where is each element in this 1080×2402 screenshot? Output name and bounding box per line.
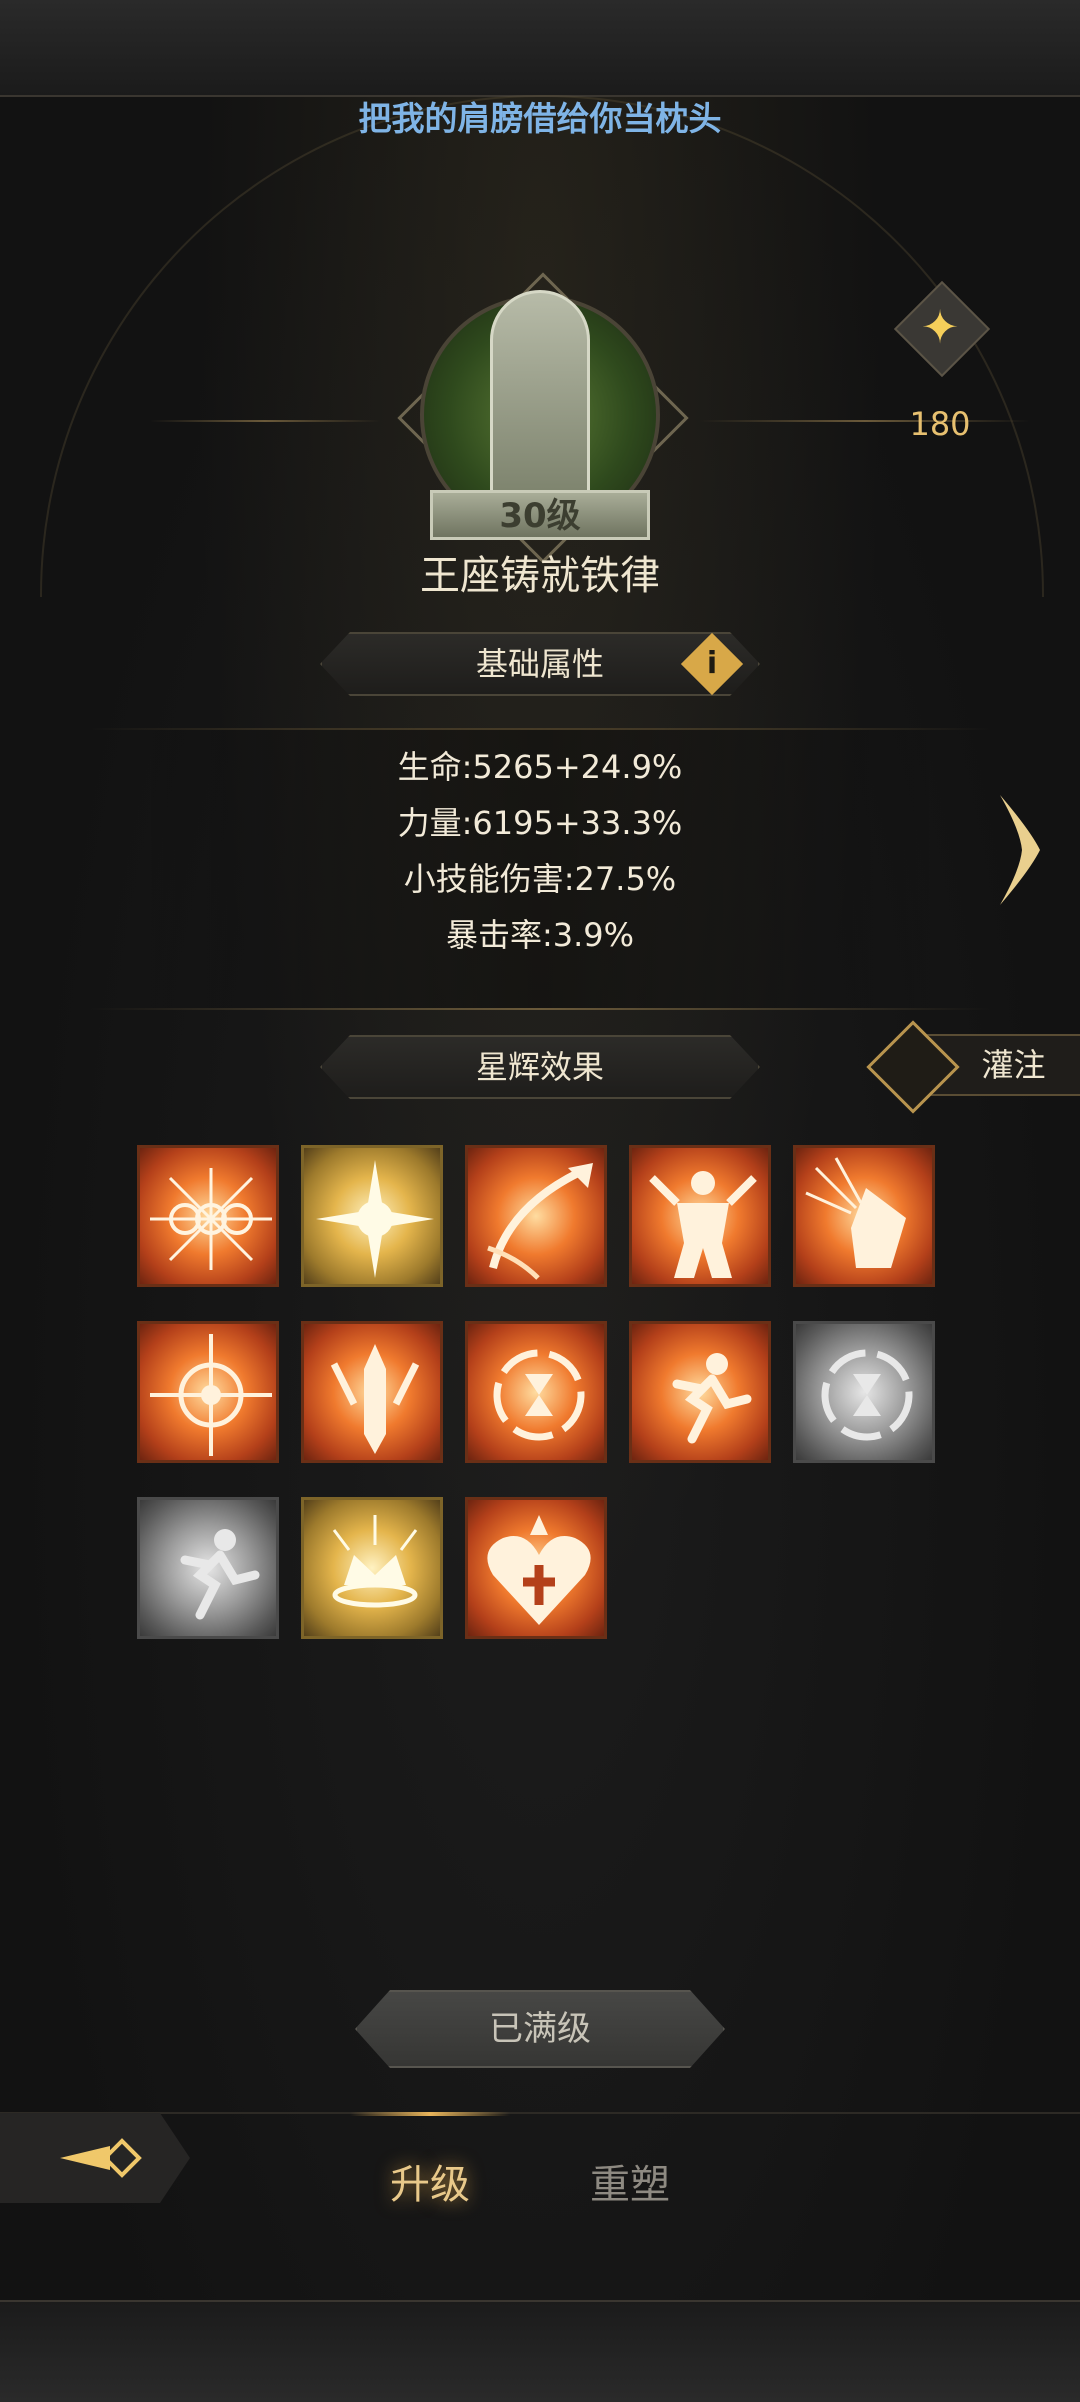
back-button[interactable]: [0, 2113, 190, 2203]
page-title: 把我的肩膀借给你当枕头: [358, 99, 722, 138]
power-figure-icon[interactable]: [629, 1145, 771, 1287]
radiant-crown-icon[interactable]: [301, 1497, 443, 1639]
stat-skill-damage: 小技能伤害:27.5%: [403, 860, 677, 898]
maxed-level-button[interactable]: 已满级: [355, 1990, 725, 2068]
tab-reshape[interactable]: 重塑: [570, 2152, 690, 2210]
sword-slash-icon[interactable]: [465, 1145, 607, 1287]
star-points[interactable]: ✦ 180: [880, 280, 1000, 443]
top-ornament-frame: [0, 0, 1080, 97]
heart-cross-icon[interactable]: [465, 1497, 607, 1639]
stat-strength: 力量:6195+33.3%: [397, 804, 683, 842]
maxed-level-label: 已满级: [489, 2009, 591, 2049]
inject-button[interactable]: 灌注: [866, 1020, 1080, 1114]
compass-burst-icon[interactable]: [137, 1321, 279, 1463]
impact-strike-icon[interactable]: [793, 1145, 935, 1287]
starlight-effects-label: 星辉效果: [475, 1048, 604, 1086]
runner-burst-icon[interactable]: [629, 1321, 771, 1463]
back-arrow-icon: [60, 2138, 142, 2178]
emblem-level: 30级: [499, 496, 581, 536]
sparkle-icon: ✦: [920, 300, 960, 354]
stats-divider-bottom: [90, 1008, 990, 1010]
starlight-effects-header: 星辉效果: [320, 1035, 760, 1099]
stat-crit-rate: 暴击率:3.9%: [445, 916, 635, 954]
info-icon[interactable]: i: [680, 632, 744, 696]
emblem-stone-tablet: [490, 290, 590, 510]
active-tab-indicator: [350, 2112, 510, 2116]
bottom-ornament-frame: [0, 2300, 1080, 2402]
next-arrow-icon[interactable]: [990, 790, 1050, 910]
hourglass-cycle-icon[interactable]: [793, 1321, 935, 1463]
points-count: 180: [909, 405, 971, 443]
hourglass-cycle-icon[interactable]: [465, 1321, 607, 1463]
crowned-sword-icon[interactable]: [301, 1321, 443, 1463]
triple-burst-icon[interactable]: [137, 1145, 279, 1287]
stat-hp: 生命:5265+24.9%: [397, 748, 683, 786]
runner-burst-icon[interactable]: [137, 1497, 279, 1639]
bottom-bar-divider: [0, 2112, 1080, 2114]
tab-upgrade[interactable]: 升级: [370, 2152, 490, 2210]
emblem-name: 王座铸就铁律: [420, 553, 660, 599]
radiant-sun-icon[interactable]: [301, 1145, 443, 1287]
divider-left: [150, 420, 380, 422]
